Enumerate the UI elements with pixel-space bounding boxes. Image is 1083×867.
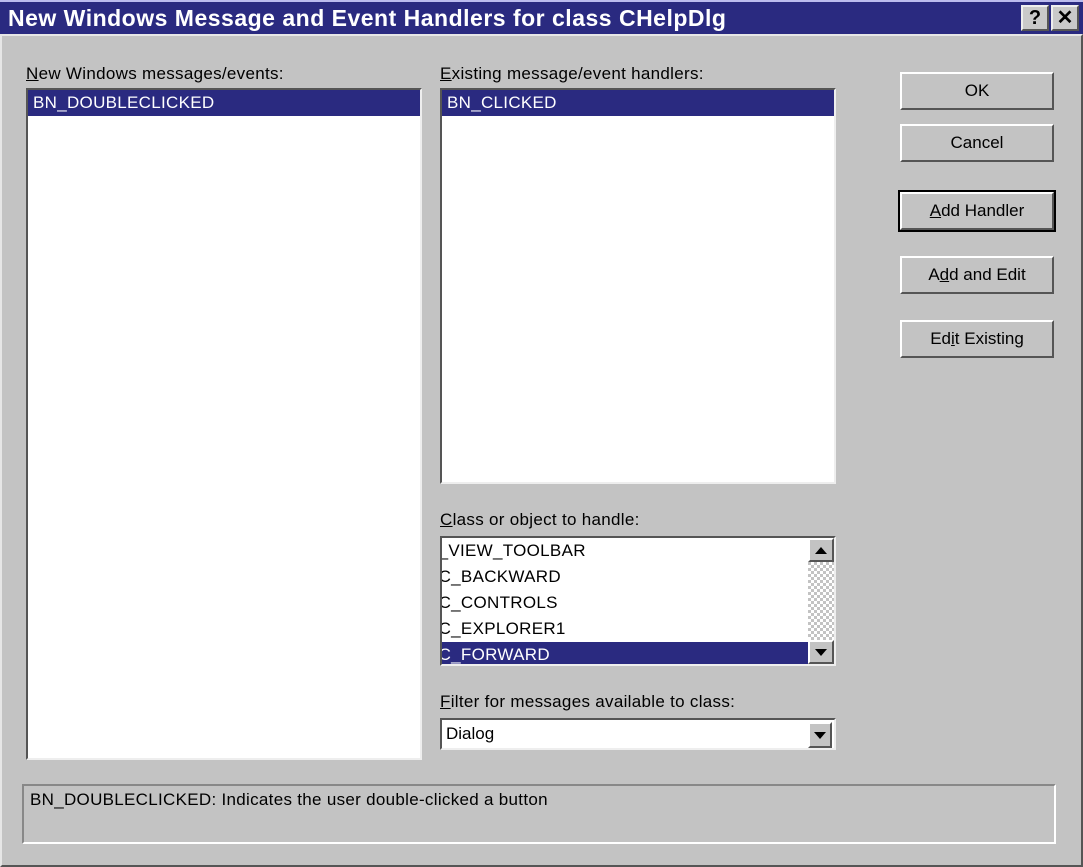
list-item[interactable]: ID_VIEW_TOOLBAR [440, 538, 808, 564]
filter-label: Filter for messages available to class: [440, 692, 735, 712]
scroll-up-button[interactable] [808, 538, 834, 562]
chevron-down-icon [814, 732, 826, 739]
list-item[interactable]: IDC_CONTROLS [440, 590, 808, 616]
list-item[interactable]: BN_DOUBLECLICKED [28, 90, 420, 116]
scroll-down-button[interactable] [808, 640, 834, 664]
filter-combo[interactable]: Dialog [440, 718, 836, 750]
add-handler-accel: A [930, 201, 941, 221]
edit-existing-button[interactable]: Edit Existing [900, 320, 1054, 358]
ok-button[interactable]: OK [900, 72, 1054, 110]
class-scrollbar[interactable] [808, 538, 834, 664]
filter-label-accel: F [440, 692, 451, 711]
list-item[interactable]: BN_CLICKED [442, 90, 834, 116]
filter-combo-value: Dialog [446, 724, 804, 744]
new-messages-listbox[interactable]: BN_DOUBLECLICKED [26, 88, 422, 760]
dialog-client: New Windows messages/events: Existing me… [0, 34, 1083, 867]
class-label-accel: C [440, 510, 453, 529]
chevron-up-icon [815, 547, 827, 554]
class-label: Class or object to handle: [440, 510, 640, 530]
existing-handlers-label-accel: E [440, 64, 452, 83]
titlebar-title: New Windows Message and Event Handlers f… [8, 5, 1021, 32]
add-and-edit-accel: d [940, 265, 949, 285]
list-item[interactable]: IDC_FORWARD [440, 642, 808, 666]
description-box: BN_DOUBLECLICKED: Indicates the user dou… [22, 784, 1056, 844]
add-and-edit-button[interactable]: Add and Edit [900, 256, 1054, 294]
new-messages-label: New Windows messages/events: [26, 64, 284, 84]
scroll-track[interactable] [808, 562, 834, 640]
add-handler-button[interactable]: Add Handler [900, 192, 1054, 230]
chevron-down-icon [815, 649, 827, 656]
class-object-listbox[interactable]: ID_VIEW_TOOLBAR IDC_BACKWARD IDC_CONTROL… [440, 536, 836, 666]
cancel-button[interactable]: Cancel [900, 124, 1054, 162]
filter-combo-dropdown[interactable] [808, 722, 832, 748]
existing-handlers-label: Existing message/event handlers: [440, 64, 704, 84]
list-item[interactable]: IDC_EXPLORER1 [440, 616, 808, 642]
list-item[interactable]: IDC_BACKWARD [440, 564, 808, 590]
close-button[interactable]: ✕ [1051, 5, 1079, 31]
new-messages-label-accel: N [26, 64, 39, 83]
help-button[interactable]: ? [1021, 5, 1049, 31]
titlebar: New Windows Message and Event Handlers f… [0, 0, 1083, 34]
existing-handlers-listbox[interactable]: BN_CLICKED [440, 88, 836, 484]
